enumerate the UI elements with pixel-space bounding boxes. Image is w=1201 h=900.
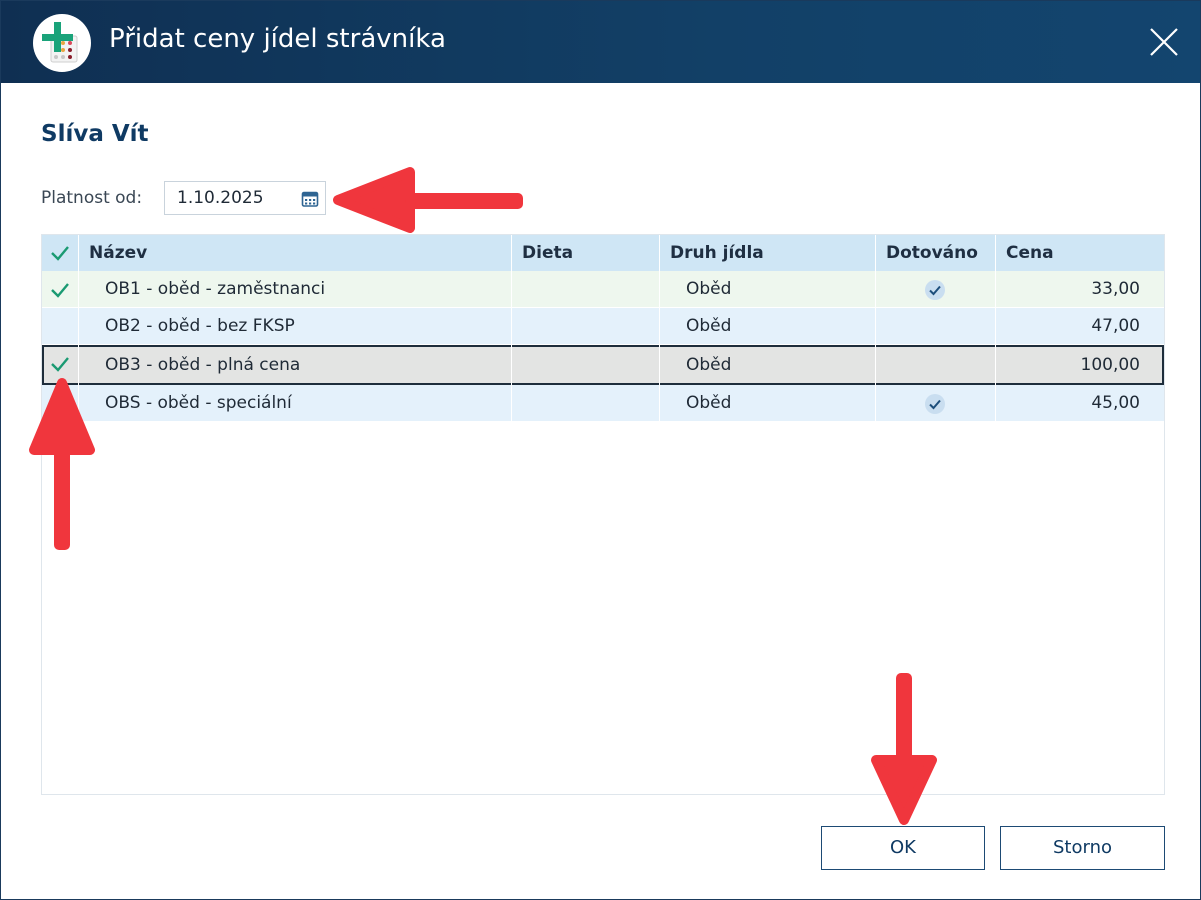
- column-header-cena[interactable]: Cena: [996, 235, 1164, 271]
- calendar-plus-logo-icon: [33, 14, 91, 72]
- subsidized-check-icon: [925, 394, 945, 414]
- grid-header: Název Dieta Druh jídla Dotováno Cena: [42, 235, 1164, 271]
- ok-button[interactable]: OK: [821, 826, 985, 870]
- meal-price-grid: Název Dieta Druh jídla Dotováno Cena OB1…: [41, 234, 1165, 795]
- close-icon[interactable]: [1141, 19, 1187, 65]
- table-row[interactable]: OB1 - oběd - zaměstnanci Oběd 33,00: [42, 271, 1164, 308]
- person-name: Slíva Vít: [41, 121, 149, 147]
- column-header-dotovano[interactable]: Dotováno: [876, 235, 996, 271]
- row-check-icon[interactable]: [42, 271, 79, 308]
- window-title: Přidat ceny jídel strávníka: [109, 24, 446, 54]
- row-check-empty[interactable]: [42, 385, 79, 422]
- row-check-icon[interactable]: [42, 345, 79, 385]
- column-header-druh[interactable]: Druh jídla: [660, 235, 876, 271]
- cell-dieta: [512, 271, 660, 308]
- table-row[interactable]: OBS - oběd - speciální Oběd 45,00: [42, 385, 1164, 422]
- cell-name: OB3 - oběd - plná cena: [79, 345, 512, 385]
- cell-name: OB2 - oběd - bez FKSP: [79, 308, 512, 345]
- cell-druh: Oběd: [660, 308, 876, 345]
- validity-label: Platnost od:: [41, 188, 143, 208]
- table-row[interactable]: OB3 - oběd - plná cena Oběd 100,00: [42, 345, 1164, 385]
- subsidized-check-icon: [925, 280, 945, 300]
- cell-dieta: [512, 385, 660, 422]
- cell-dotovano: [876, 345, 996, 385]
- calendar-icon[interactable]: [301, 190, 319, 212]
- cell-dotovano: [876, 271, 996, 308]
- cell-dieta: [512, 345, 660, 385]
- cell-cena: 33,00: [1091, 279, 1140, 299]
- cancel-button[interactable]: Storno: [1000, 826, 1165, 870]
- dialog-window: Přidat ceny jídel strávníka Slíva Vít Pl…: [0, 0, 1201, 900]
- table-row[interactable]: OB2 - oběd - bez FKSP Oběd 47,00: [42, 308, 1164, 345]
- cell-name: OBS - oběd - speciální: [79, 385, 512, 422]
- cell-druh: Oběd: [660, 345, 876, 385]
- cell-cena: 47,00: [1091, 316, 1140, 336]
- cell-dieta: [512, 308, 660, 345]
- cell-dotovano: [876, 385, 996, 422]
- cell-cena: 100,00: [1080, 355, 1140, 375]
- validity-date-input[interactable]: [177, 188, 295, 208]
- cell-dotovano: [876, 308, 996, 345]
- validity-date-field[interactable]: [164, 181, 326, 215]
- row-check-empty[interactable]: [42, 308, 79, 345]
- title-bar: Přidat ceny jídel strávníka: [1, 1, 1200, 83]
- cell-cena: 45,00: [1091, 393, 1140, 413]
- cell-druh: Oběd: [660, 271, 876, 308]
- column-header-dieta[interactable]: Dieta: [512, 235, 660, 271]
- select-all-check-icon[interactable]: [42, 235, 79, 271]
- cell-druh: Oběd: [660, 385, 876, 422]
- column-header-name[interactable]: Název: [79, 235, 512, 271]
- cell-name: OB1 - oběd - zaměstnanci: [79, 271, 512, 308]
